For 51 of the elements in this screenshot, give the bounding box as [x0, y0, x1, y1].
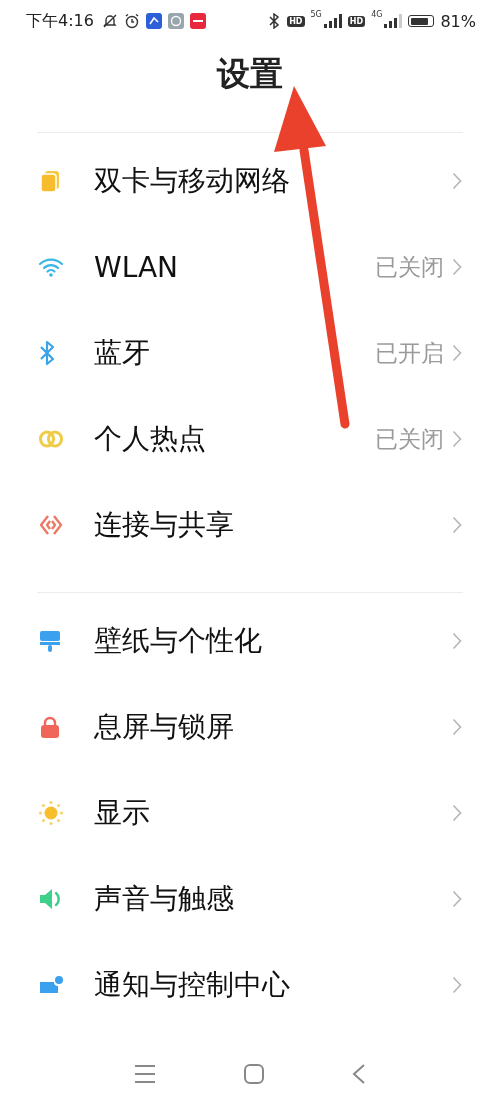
- page-title: 设置: [215, 53, 284, 95]
- sun-icon: [38, 800, 64, 826]
- settings-item[interactable]: 连接与共享: [0, 482, 500, 568]
- share-icon: [38, 513, 64, 537]
- status-time: 下午4:16: [26, 10, 94, 32]
- network-type: 4G: [371, 10, 383, 19]
- chevron-right-icon: [452, 804, 462, 822]
- hd-badge: HD: [287, 15, 305, 27]
- bell-off-icon: [101, 13, 118, 29]
- bluetooth-icon: [38, 340, 56, 366]
- settings-item[interactable]: 蓝牙 已开启: [0, 310, 500, 396]
- battery-percent: 81%: [440, 11, 476, 31]
- battery-icon: [408, 15, 435, 27]
- chevron-right-icon: [452, 430, 462, 448]
- settings-item[interactable]: WLAN 已关闭: [0, 224, 500, 310]
- notification-icon: [38, 975, 64, 995]
- app-icon: [189, 13, 206, 29]
- home-icon[interactable]: [243, 1063, 265, 1085]
- chevron-right-icon: [452, 258, 462, 276]
- network-type: 5G: [310, 10, 322, 19]
- app-icon: [167, 13, 184, 29]
- chevron-right-icon: [452, 172, 462, 190]
- settings-item[interactable]: 显示: [0, 770, 500, 856]
- status-value: 已关闭: [375, 424, 444, 454]
- signal-icon: [323, 14, 342, 28]
- settings-item[interactable]: 双卡与移动网络: [0, 138, 500, 224]
- chevron-right-icon: [452, 516, 462, 534]
- chevron-right-icon: [452, 632, 462, 650]
- alarm-icon: [123, 13, 140, 29]
- settings-item[interactable]: 壁纸与个性化: [0, 598, 500, 684]
- settings-item[interactable]: 声音与触感: [0, 856, 500, 942]
- chevron-right-icon: [452, 718, 462, 736]
- status-value: 已关闭: [375, 252, 444, 282]
- sim-card-icon: [38, 169, 62, 193]
- signal-icon: [384, 14, 403, 28]
- app-icon: [145, 13, 162, 29]
- lock-icon: [38, 715, 62, 739]
- chevron-right-icon: [452, 976, 462, 994]
- wifi-icon: [38, 257, 64, 277]
- settings-item[interactable]: 息屏与锁屏: [0, 684, 500, 770]
- settings-item[interactable]: 通知与控制中心: [0, 942, 500, 1028]
- status-value: 已开启: [375, 338, 444, 368]
- paint-roller-icon: [38, 629, 62, 653]
- linked-rings-icon: [38, 429, 64, 449]
- chevron-right-icon: [452, 344, 462, 362]
- chevron-right-icon: [452, 890, 462, 908]
- menu-icon[interactable]: [133, 1064, 156, 1084]
- back-icon[interactable]: [352, 1063, 367, 1085]
- settings-item[interactable]: 个人热点 已关闭: [0, 396, 500, 482]
- bluetooth-icon: [267, 13, 282, 29]
- hd-badge: HD: [347, 15, 366, 27]
